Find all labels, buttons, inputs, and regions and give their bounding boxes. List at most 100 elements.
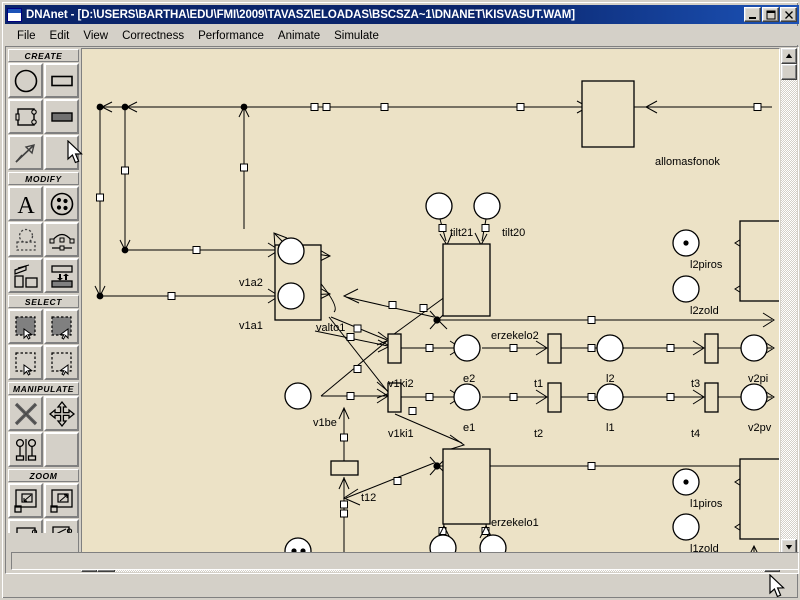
delete-tool[interactable] — [8, 396, 43, 431]
subnet-erzekelo1 — [442, 448, 491, 525]
node-label-tilt20: tilt20 — [502, 227, 525, 239]
subnet-erzekelo2 — [442, 243, 491, 317]
zoom-out-tool[interactable] — [8, 483, 43, 518]
place-l2 — [596, 334, 624, 362]
edit-tokens-tool[interactable] — [44, 186, 79, 221]
node-label-e2: e2 — [463, 373, 475, 385]
palette-group-manipulate-header: MANIPULATE — [8, 382, 79, 395]
node-label-v1a1: v1a1 — [239, 320, 263, 332]
subnet-l1box — [739, 458, 779, 540]
scroll-up-button[interactable] — [781, 48, 797, 64]
modify-shape-tool[interactable] — [8, 222, 43, 257]
transition-t4 — [704, 382, 719, 413]
application-icon — [7, 7, 22, 22]
client-area: CREATE MODIFY A SELECT MANIPULATE ZOOM a… — [5, 46, 799, 574]
petri-net-drawing: allomasfonok tilt21 tilt20 l2piros l2zol… — [94, 80, 779, 554]
canvas-frame: allomasfonok tilt21 tilt20 l2piros l2zol… — [81, 48, 797, 572]
node-layer — [274, 80, 779, 554]
title-bar: DNAnet - [D:\USERS\BARTHA\EDU\FMI\2009\T… — [5, 5, 799, 24]
node-label-v1ki2: v1ki2 — [388, 378, 414, 390]
svg-text:A: A — [17, 193, 35, 218]
node-label-t2: t2 — [534, 428, 543, 440]
status-bar — [11, 552, 799, 570]
menu-item-correctness[interactable]: Correctness — [115, 28, 191, 44]
node-label-t3: t3 — [691, 378, 700, 390]
create-subnet-tool[interactable] — [8, 99, 43, 134]
transition-v1ki2 — [387, 333, 402, 364]
close-button[interactable] — [780, 7, 797, 22]
node-label-t12: t12 — [361, 492, 376, 504]
place-v1be — [284, 382, 312, 410]
place-l2zold — [672, 275, 700, 303]
create-place-tool[interactable] — [8, 63, 43, 98]
menu-item-animate[interactable]: Animate — [271, 28, 327, 44]
place-tilt21 — [425, 192, 453, 220]
token-l2piros — [683, 240, 689, 246]
node-label-allomasfonok: allomasfonok — [655, 156, 720, 168]
node-label-l1: l1 — [606, 422, 615, 434]
edit-text-tool[interactable]: A — [8, 186, 43, 221]
menu-item-view[interactable]: View — [76, 28, 115, 44]
menu-item-edit[interactable]: Edit — [43, 28, 77, 44]
create-empty-tool[interactable] — [44, 135, 79, 170]
transition-t1 — [547, 333, 562, 364]
node-label-valto1: valto1 — [316, 322, 345, 334]
minimize-button[interactable] — [744, 7, 761, 22]
deselect-region-alt-tool[interactable] — [44, 345, 79, 380]
node-label-erzekelo1: erzekelo1 — [491, 517, 539, 529]
menu-item-performance[interactable]: Performance — [191, 28, 271, 44]
vertical-scrollbar[interactable] — [781, 48, 797, 555]
node-label-erzekelo2: erzekelo2 — [491, 330, 539, 342]
mouse-cursor-corner — [769, 574, 785, 598]
palette-group-zoom-header: ZOOM — [8, 469, 79, 482]
place-v2pv — [740, 383, 768, 411]
deselect-region-tool[interactable] — [8, 345, 43, 380]
align-tool[interactable] — [44, 258, 79, 293]
transition-t3 — [704, 333, 719, 364]
select-region-alt-tool[interactable] — [44, 309, 79, 344]
application-window: DNAnet - [D:\USERS\BARTHA\EDU\FMI\2009\T… — [0, 0, 800, 600]
modify-arc-tool[interactable] — [44, 222, 79, 257]
node-label-l1piros: l1piros — [690, 498, 723, 510]
move-tool[interactable] — [44, 396, 79, 431]
node-label-e1: e1 — [463, 422, 475, 434]
place-v2pi — [740, 334, 768, 362]
palette-group-modify-header: MODIFY — [8, 172, 79, 185]
node-label-tilt21: tilt21 — [450, 227, 473, 239]
menu-item-simulate[interactable]: Simulate — [327, 28, 386, 44]
maximize-button[interactable] — [762, 7, 779, 22]
create-transition-tool[interactable] — [44, 63, 79, 98]
menu-bar: File Edit View Correctness Performance A… — [5, 26, 799, 45]
select-region-tool[interactable] — [8, 309, 43, 344]
palette-group-create-header: CREATE — [8, 49, 79, 62]
menu-item-file[interactable]: File — [10, 28, 43, 44]
zoom-in-tool[interactable] — [44, 483, 79, 518]
node-label-t1: t1 — [534, 378, 543, 390]
transition-t2 — [547, 382, 562, 413]
create-filled-transition-tool[interactable] — [44, 99, 79, 134]
node-label-l2zold: l2zold — [690, 305, 719, 317]
tool-palette: CREATE MODIFY A SELECT MANIPULATE ZOOM — [6, 47, 80, 573]
place-e2 — [453, 334, 481, 362]
node-label-v2pv: v2pv — [748, 422, 772, 434]
palette-group-select-header: SELECT — [8, 295, 79, 308]
petri-net-canvas[interactable]: allomasfonok tilt21 tilt20 l2piros l2zol… — [81, 48, 780, 555]
create-arc-tool[interactable] — [8, 135, 43, 170]
node-label-l2: l2 — [606, 373, 615, 385]
mirror-tool[interactable] — [8, 432, 43, 467]
place-v1a2 — [277, 237, 305, 265]
node-label-v1be: v1be — [313, 417, 337, 429]
node-label-v1ki1: v1ki1 — [388, 428, 414, 440]
place-e1 — [453, 383, 481, 411]
place-l1 — [596, 383, 624, 411]
copy-style-tool[interactable] — [8, 258, 43, 293]
node-label-t4: t4 — [691, 428, 700, 440]
place-l1zold — [672, 513, 700, 541]
place-v1a1 — [277, 282, 305, 310]
transition-t12 — [330, 460, 359, 476]
subnet-l2box — [739, 220, 779, 302]
subnet-allomasfonok — [581, 80, 635, 148]
vertical-scroll-thumb[interactable] — [781, 64, 797, 80]
manipulate-empty-tool[interactable] — [44, 432, 79, 467]
window-title: DNAnet - [D:\USERS\BARTHA\EDU\FMI\2009\T… — [26, 8, 575, 21]
